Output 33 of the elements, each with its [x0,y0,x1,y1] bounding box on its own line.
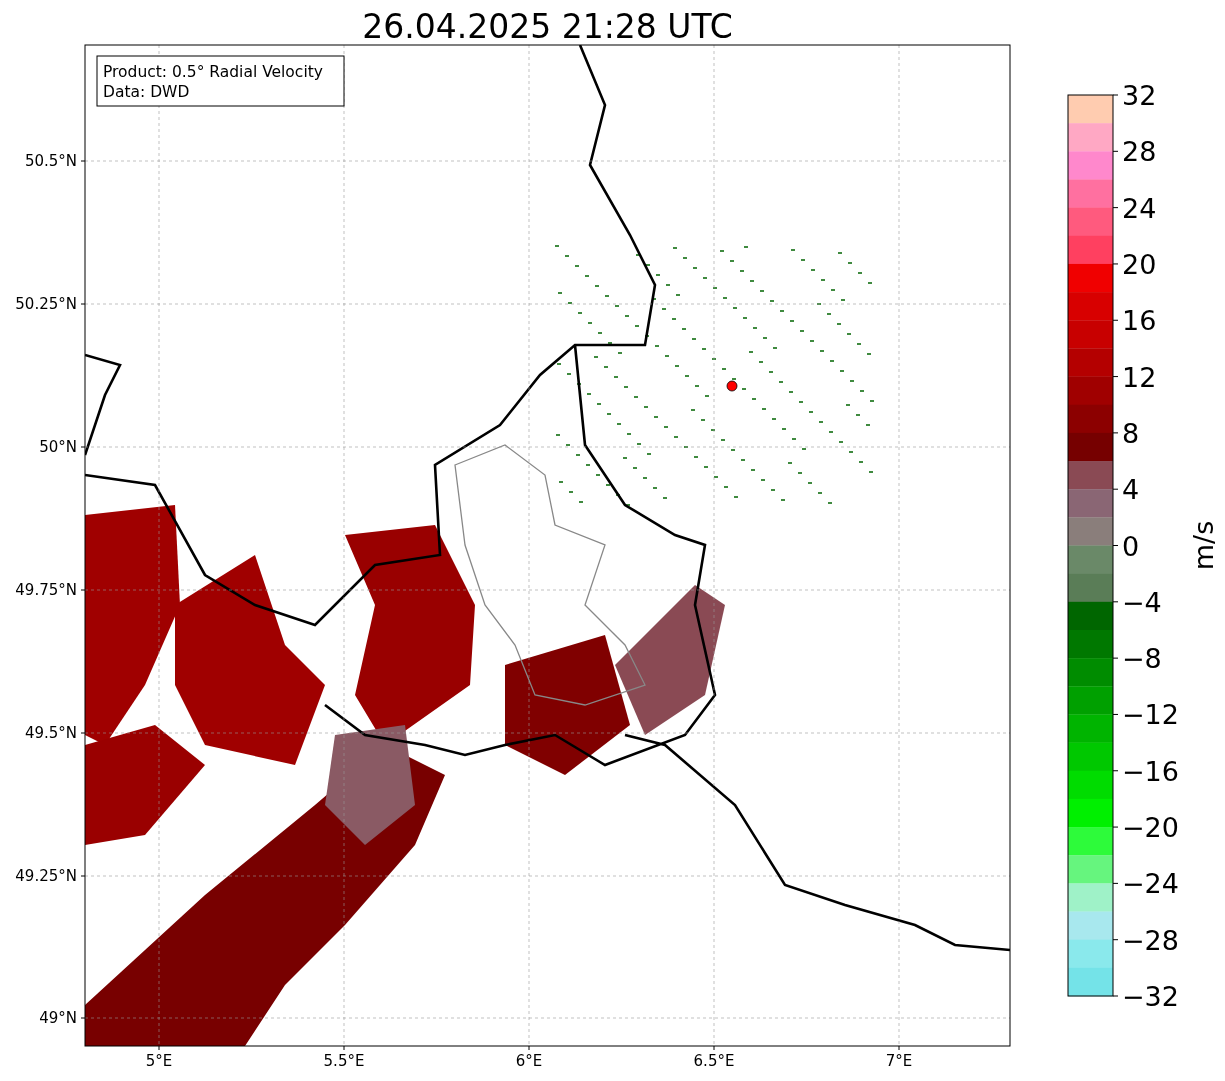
colorbar-tick-label: 28 [1122,136,1157,168]
colorbar-tick-label: −20 [1122,812,1179,844]
axis-tick-label: 6.5°E [693,1052,735,1070]
axis-tick-label: 50.5°N [24,152,77,170]
colorbar-tick-label: 8 [1122,417,1140,449]
colorbar-tick-label: 16 [1122,305,1157,337]
colorbar-tick-label: 12 [1122,361,1157,393]
axis-tick-label: 5.5°E [323,1052,365,1070]
colorbar-label: m/s [1188,520,1219,571]
colorbar-tick-label: −16 [1122,755,1179,787]
axis-tick-label: 49.5°N [24,724,77,742]
colorbar-tick-label: −32 [1122,981,1179,1012]
axis-tick-label: 5°E [145,1052,173,1070]
colorbar-tick-label: −8 [1122,643,1162,675]
legend-text: Data: DWD [103,83,190,101]
chart-title: 26.04.2025 21:28 UTC [362,7,733,46]
legend-text: Product: 0.5° Radial Velocity [103,63,323,81]
colorbar-tick-label: −24 [1122,868,1179,900]
colorbar-tick-label: 32 [1122,80,1157,111]
colorbar-tick-label: −4 [1122,586,1162,618]
axis-tick-label: 49.75°N [15,581,77,599]
colorbar-tick-label: −12 [1122,699,1179,731]
axis-tick-label: 50°N [39,438,77,456]
axis-tick-label: 49°N [39,1009,77,1027]
colorbar-tick-label: 20 [1122,248,1157,280]
axis-tick-label: 50.25°N [15,295,77,313]
axis-tick-label: 49.25°N [15,867,77,885]
axis-tick-label: 7°E [885,1052,913,1070]
colorbar-tick-label: −28 [1122,924,1179,956]
colorbar-tick-label: 24 [1122,192,1157,224]
colorbar-tick-label: 4 [1122,474,1140,506]
axis-tick-label: 6°E [515,1052,543,1070]
colorbar-tick-label: 0 [1122,530,1140,562]
